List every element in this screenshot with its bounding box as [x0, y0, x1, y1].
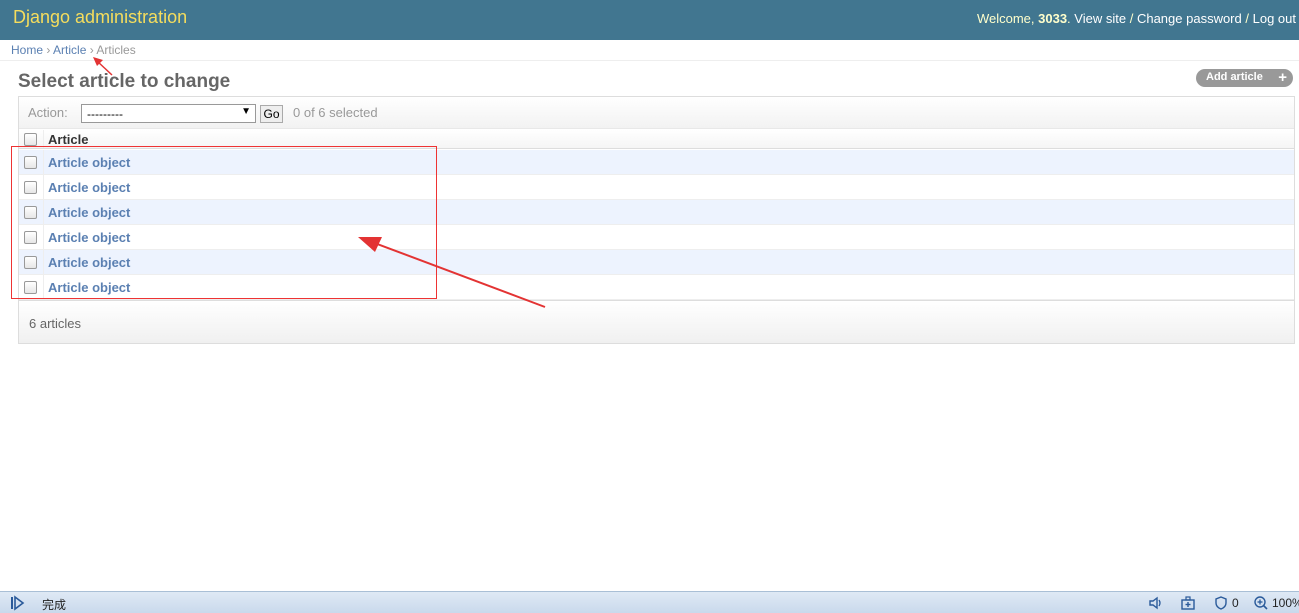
add-article-button[interactable]: Add article +: [1196, 69, 1293, 87]
zoom-icon: [1254, 596, 1268, 610]
username: 3033: [1038, 11, 1068, 26]
toolbox-icon[interactable]: [1180, 595, 1196, 611]
action-select-value: ---------: [87, 107, 123, 121]
volume-icon[interactable]: [1148, 595, 1164, 611]
zoom-level: 100%: [1272, 596, 1299, 610]
browser-statusbar: 完成 0 100%: [0, 591, 1299, 613]
shield-count: 0: [1232, 596, 1239, 610]
go-button[interactable]: Go: [260, 105, 283, 123]
result-count: 6 articles: [29, 316, 82, 331]
breadcrumb-current: Articles: [96, 43, 136, 57]
breadcrumb-separator: ›: [89, 43, 94, 57]
log-out-link[interactable]: Log out: [1253, 11, 1296, 26]
select-all-checkbox[interactable]: [24, 133, 37, 146]
separator: /: [1245, 11, 1249, 26]
status-text: 完成: [42, 598, 67, 612]
shield-status[interactable]: 0: [1213, 595, 1239, 611]
page-title: Select article to change: [18, 71, 231, 92]
selection-counter: 0 of 6 selected: [293, 105, 378, 120]
view-site-link[interactable]: View site: [1074, 11, 1126, 26]
actions-bar: Action: --------- ▼ Go 0 of 6 selected: [19, 97, 1294, 129]
header: Django administration Welcome, 3033. Vie…: [0, 0, 1299, 40]
dropdown-arrow-icon: ▼: [241, 106, 251, 117]
breadcrumb-home[interactable]: Home: [11, 43, 43, 57]
add-article-label: Add article: [1206, 71, 1263, 83]
action-select[interactable]: --------- ▼: [81, 104, 256, 123]
user-tools: Welcome, 3033. View site / Change passwo…: [976, 11, 1296, 26]
separator: /: [1129, 11, 1134, 26]
shield-icon: [1215, 596, 1227, 610]
site-title[interactable]: Django administration: [13, 7, 187, 28]
plus-icon: +: [1278, 69, 1287, 86]
paginator: 6 articles: [19, 300, 1294, 343]
breadcrumb-app[interactable]: Article: [53, 43, 86, 57]
column-header-article[interactable]: Article: [48, 132, 88, 147]
breadcrumb: Home › Article › Articles: [0, 40, 1299, 61]
annotation-box: [11, 146, 437, 299]
change-password-link[interactable]: Change password: [1137, 11, 1242, 26]
breadcrumb-separator: ›: [46, 43, 51, 57]
sidebar-toggle-icon[interactable]: [10, 595, 26, 611]
action-label: Action:: [28, 105, 68, 120]
welcome-text: Welcome,: [976, 11, 1035, 26]
zoom-control[interactable]: 100%: [1253, 595, 1299, 611]
